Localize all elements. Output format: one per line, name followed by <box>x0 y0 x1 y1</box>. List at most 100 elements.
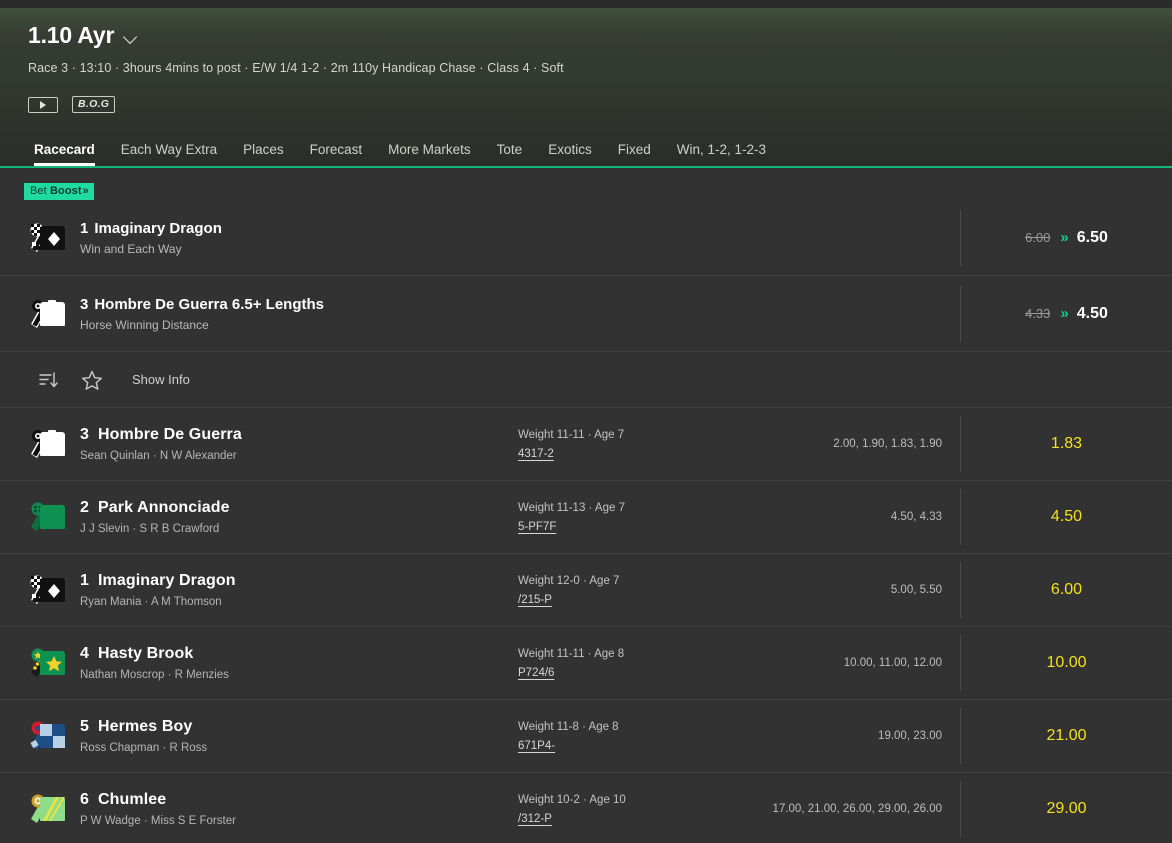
price-button[interactable]: 10.00 <box>960 635 1172 691</box>
table-row[interactable]: 5 Hermes Boy Ross Chapman · R Ross Weight… <box>0 700 1172 773</box>
price-button[interactable]: 29.00 <box>960 781 1172 837</box>
green-star-silk-icon <box>28 643 66 683</box>
bet-boost-badge-arrows: » <box>82 185 89 197</box>
runner-form[interactable]: 5-PF7F <box>518 521 556 533</box>
bet-boost-badge-prefix: Bet <box>30 185 50 197</box>
price-button[interactable]: 21.00 <box>960 708 1172 764</box>
bet-boost-section: Bet Boost» 1 Imaginary Dragon Win and Ea… <box>0 168 1172 352</box>
runner-details: Weight 11-11 · Age 8 P724/6 <box>508 648 710 679</box>
tab-win-1-2-1-2-3[interactable]: Win, 1-2, 1-2-3 <box>664 142 779 166</box>
tab-each-way-extra[interactable]: Each Way Extra <box>108 142 230 166</box>
jockey-trainer: Sean Quinlan · N W Alexander <box>80 450 237 462</box>
bet-boost-row[interactable]: 1 Imaginary Dragon Win and Each Way 6.00 … <box>0 200 1172 276</box>
jockey-trainer: Nathan Moscrop · R Menzies <box>80 669 229 681</box>
runner-identity: 5 Hermes Boy Ross Chapman · R Ross <box>28 716 508 756</box>
bet-boost-market: Win and Each Way <box>80 241 182 256</box>
runner-form[interactable]: P724/6 <box>518 667 554 679</box>
bog-badge: B.O.G <box>72 96 116 113</box>
jockey-trainer: J J Slevin · S R B Crawford <box>80 523 220 535</box>
bet-boost-old-odds: 4.33 <box>1025 306 1051 321</box>
sort-icon[interactable] <box>38 370 60 390</box>
boost-arrow-icon: » <box>1060 305 1068 322</box>
runner-form[interactable]: /312-P <box>518 813 552 825</box>
white-silk-icon <box>28 424 66 464</box>
show-info-label[interactable]: Show Info <box>132 372 190 387</box>
price-history: 17.00, 21.00, 26.00, 29.00, 26.00 <box>772 803 942 815</box>
runner-number: 3 <box>80 426 89 443</box>
lightgreen-yellow-sash-silk-icon <box>28 789 66 829</box>
boost-arrow-icon: » <box>1060 229 1068 246</box>
runner-name: Chumlee <box>98 791 167 808</box>
table-row[interactable]: 6 Chumlee P W Wadge · Miss S E Forster We… <box>0 773 1172 843</box>
runner-name: Hermes Boy <box>98 718 193 735</box>
runner-name-line: 1 Imaginary Dragon <box>80 572 236 590</box>
tab-exotics[interactable]: Exotics <box>535 142 605 166</box>
tab-places[interactable]: Places <box>230 142 297 166</box>
bet-boost-row-info: 3 Hombre De Guerra 6.5+ Lengths Horse Win… <box>28 294 960 334</box>
runner-text: 5 Hermes Boy Ross Chapman · R Ross <box>80 718 207 754</box>
white-silk-icon <box>28 294 66 334</box>
runner-weight-age: Weight 11-11 · Age 7 <box>518 428 625 441</box>
bet-boost-row-info: 1 Imaginary Dragon Win and Each Way <box>28 218 960 258</box>
runner-name-line: 2 Park Annonciade <box>80 499 230 517</box>
tab-tote[interactable]: Tote <box>484 142 536 166</box>
star-icon[interactable] <box>80 369 104 391</box>
bet-boost-new-odds: 6.50 <box>1076 228 1108 246</box>
tab-racecard[interactable]: Racecard <box>28 142 108 166</box>
bet-boost-row[interactable]: 3 Hombre De Guerra 6.5+ Lengths Horse Win… <box>0 276 1172 352</box>
runner-number: 2 <box>80 499 89 516</box>
play-triangle-icon <box>40 100 46 109</box>
runner-weight-age: Weight 11-13 · Age 7 <box>518 501 625 514</box>
race-header: 1.10 Ayr Race 3 · 13:10 · 3hours 4mins t… <box>0 8 1172 168</box>
runner-details: Weight 11-13 · Age 7 5-PF7F <box>508 502 710 533</box>
bet-boost-badge[interactable]: Bet Boost» <box>24 183 94 200</box>
tab-forecast[interactable]: Forecast <box>297 142 376 166</box>
bet-boost-row-text: 3 Hombre De Guerra 6.5+ Lengths Horse Win… <box>80 296 324 332</box>
page-title: 1.10 Ayr <box>28 22 115 48</box>
runner-text: 1 Imaginary Dragon Ryan Mania · A M Thoms… <box>80 572 236 608</box>
price-history: 5.00, 5.50 <box>890 584 942 596</box>
runner-name: Hasty Brook <box>98 645 194 662</box>
jockey-trainer: P W Wadge · Miss S E Forster <box>80 815 236 827</box>
table-row[interactable]: 2 Park Annonciade J J Slevin · S R B Craw… <box>0 481 1172 554</box>
table-row[interactable]: 4 Hasty Brook Nathan Moscrop · R Menzies … <box>0 627 1172 700</box>
runner-form[interactable]: /215-P <box>518 594 552 606</box>
play-icon[interactable] <box>28 96 58 113</box>
bet-boost-badge-wrap: Bet Boost» <box>0 168 1172 200</box>
bet-boost-odds-button[interactable]: 6.00 » 6.50 <box>960 209 1172 266</box>
runner-name-line: 5 Hermes Boy <box>80 718 207 736</box>
price-history: 4.50, 4.33 <box>890 511 942 523</box>
race-title-row[interactable]: 1.10 Ayr <box>28 22 1172 49</box>
jockey-trainer: Ross Chapman · R Ross <box>80 742 208 754</box>
tab-more-markets[interactable]: More Markets <box>375 142 484 166</box>
runner-form[interactable]: 4317-2 <box>518 448 554 460</box>
runner-weight-age: Weight 11-11 · Age 8 <box>518 647 625 660</box>
table-row[interactable]: 1 Imaginary Dragon Ryan Mania · A M Thoms… <box>0 554 1172 627</box>
price-history: 19.00, 23.00 <box>878 730 942 742</box>
bet-boost-selection: 1 Imaginary Dragon <box>80 220 222 237</box>
price-button[interactable]: 6.00 <box>960 562 1172 618</box>
bet-boost-selection: 3 Hombre De Guerra 6.5+ Lengths <box>80 296 324 313</box>
table-row[interactable]: 3 Hombre De Guerra Sean Quinlan · N W Ale… <box>0 408 1172 481</box>
price-button[interactable]: 4.50 <box>960 489 1172 545</box>
bet-boost-odds-button[interactable]: 4.33 » 4.50 <box>960 285 1172 342</box>
race-tabs: Racecard Each Way Extra Places Forecast … <box>28 142 779 166</box>
price-button[interactable]: 1.83 <box>960 416 1172 472</box>
bet-boost-row-text: 1 Imaginary Dragon Win and Each Way <box>80 220 222 256</box>
runner-details: Weight 10-2 · Age 10 /312-P <box>508 794 710 825</box>
top-strip <box>0 0 1172 8</box>
runner-weight-age: Weight 11-8 · Age 8 <box>518 720 619 733</box>
bet-boost-name: Hombre De Guerra 6.5+ Lengths <box>94 295 324 313</box>
runner-text: 2 Park Annonciade J J Slevin · S R B Craw… <box>80 499 230 535</box>
bet-boost-number: 3 <box>80 295 89 313</box>
bet-boost-market: Horse Winning Distance <box>80 317 209 332</box>
runner-identity: 4 Hasty Brook Nathan Moscrop · R Menzies <box>28 643 508 683</box>
runner-list: 3 Hombre De Guerra Sean Quinlan · N W Ale… <box>0 408 1172 843</box>
header-badge-row: B.O.G <box>28 96 1172 113</box>
chevron-down-icon[interactable] <box>124 30 138 44</box>
runner-form[interactable]: 671P4- <box>518 740 555 752</box>
runner-identity: 6 Chumlee P W Wadge · Miss S E Forster <box>28 789 508 829</box>
bet-boost-number: 1 <box>80 219 89 237</box>
tab-fixed[interactable]: Fixed <box>605 142 664 166</box>
price-history: 10.00, 11.00, 12.00 <box>843 657 942 669</box>
